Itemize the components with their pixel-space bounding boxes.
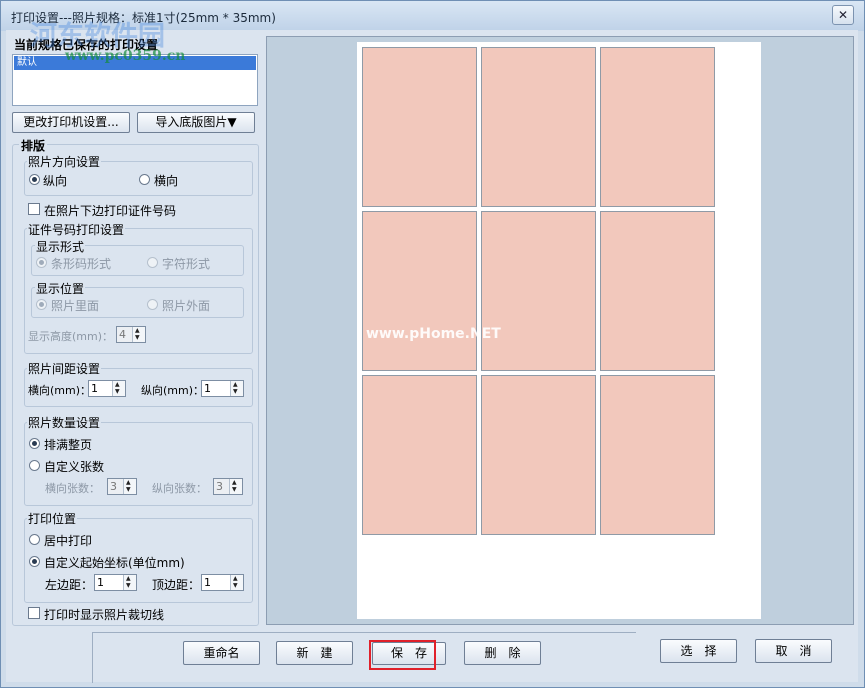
inside-photo-radio[interactable] [36,299,47,310]
landscape-radio[interactable] [139,174,150,185]
photo-slot [600,47,715,207]
center-print-radio[interactable] [29,534,40,545]
stepper-arrows-icon[interactable]: ▲ ▼ [229,479,242,494]
change-printer-settings-button[interactable]: 更改打印机设置... [12,112,130,133]
photo-slot [362,47,477,207]
spacing-v-stepper[interactable]: 1 ▲ ▼ [201,380,244,397]
stepper-arrows-icon[interactable]: ▲ ▼ [112,381,125,396]
print-position-title: 打印位置 [27,510,78,527]
stepper-arrows-icon[interactable]: ▲ ▼ [132,327,145,342]
portrait-label: 纵向 [43,174,68,188]
barcode-form-label: 条形码形式 [51,257,112,271]
fill-page-radio[interactable] [29,438,40,449]
photo-slot [362,211,477,371]
text-form-label: 字符形式 [162,257,211,271]
left-margin-value: 1 [97,576,104,589]
stepper-arrows-icon[interactable]: ▲ ▼ [123,575,136,590]
photo-slot [481,47,596,207]
spacing-title: 照片间距设置 [27,360,102,377]
h-count-label: 横向张数： [45,482,100,495]
cut-lines-label: 打印时显示照片裁切线 [44,608,165,622]
display-height-stepper[interactable]: 4 ▲ ▼ [116,326,146,343]
display-height-value: 4 [119,328,126,341]
photo-slot [481,375,596,535]
print-id-label: 在照片下边打印证件号码 [44,204,177,218]
barcode-form-radio[interactable] [36,257,47,268]
quantity-title: 照片数量设置 [27,414,102,431]
select-button[interactable]: 选 择 [660,639,737,663]
import-background-button[interactable]: 导入底版图片▼ [137,112,255,133]
outside-photo-radio[interactable] [147,299,158,310]
left-margin-stepper[interactable]: 1 ▲ ▼ [94,574,137,591]
display-form-title: 显示形式 [35,238,86,255]
photo-slot [362,375,477,535]
save-highlight-box [369,640,436,670]
h-count-value: 3 [110,480,117,493]
rename-button[interactable]: 重命名 [183,641,260,665]
v-count-value: 3 [216,480,223,493]
stepper-arrows-icon[interactable]: ▲ ▼ [230,381,243,396]
landscape-label: 横向 [154,174,179,188]
center-print-label: 居中打印 [44,534,93,548]
close-icon[interactable]: ✕ [832,5,854,25]
print-id-checkbox[interactable] [28,203,40,215]
custom-origin-label: 自定义起始坐标(单位mm) [44,556,185,570]
photo-slot [600,375,715,535]
display-position-title: 显示位置 [35,280,86,297]
spacing-h-label: 横向(mm)： [28,384,92,397]
delete-button[interactable]: 删 除 [464,641,541,665]
top-margin-stepper[interactable]: 1 ▲ ▼ [201,574,244,591]
custom-origin-radio[interactable] [29,556,40,567]
photo-slot [481,211,596,371]
v-count-label: 纵向张数： [152,482,207,495]
display-height-label: 显示高度(mm)： [28,330,114,343]
text-form-radio[interactable] [147,257,158,268]
left-margin-label: 左边距： [45,578,94,592]
action-bar [92,632,636,683]
top-margin-value: 1 [204,576,211,589]
id-print-title: 证件号码打印设置 [27,221,126,238]
watermark-logo-url: www.pc0359.cn [65,48,186,64]
spacing-v-label: 纵向(mm)： [141,384,205,397]
layout-heading: 排版 [19,137,48,154]
portrait-radio[interactable] [29,174,40,185]
orientation-title: 照片方向设置 [27,153,102,170]
custom-count-radio[interactable] [29,460,40,471]
spacing-v-value: 1 [204,382,211,395]
stepper-arrows-icon[interactable]: ▲ ▼ [230,575,243,590]
inside-photo-label: 照片里面 [51,299,100,313]
cut-lines-checkbox[interactable] [28,607,40,619]
v-count-stepper[interactable]: 3 ▲ ▼ [213,478,243,495]
photo-slot [600,211,715,371]
stepper-arrows-icon[interactable]: ▲ ▼ [123,479,136,494]
top-margin-label: 顶边距： [152,578,201,592]
cancel-button[interactable]: 取 消 [755,639,832,663]
new-button[interactable]: 新 建 [276,641,353,665]
h-count-stepper[interactable]: 3 ▲ ▼ [107,478,137,495]
spacing-h-stepper[interactable]: 1 ▲ ▼ [88,380,126,397]
custom-count-label: 自定义张数 [44,460,105,474]
outside-photo-label: 照片外面 [162,299,211,313]
spacing-h-value: 1 [91,382,98,395]
fill-page-label: 排满整页 [44,438,93,452]
watermark-site: www.pHome.NET [366,326,501,342]
